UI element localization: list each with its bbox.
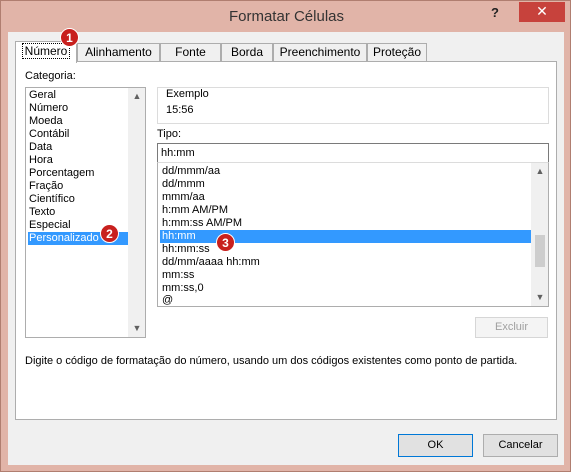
list-item[interactable]: dd/mm/aaaa hh:mm bbox=[160, 256, 531, 269]
list-item[interactable]: h:mm:ss AM/PM bbox=[160, 217, 531, 230]
description-text: Digite o código de formatação do número,… bbox=[25, 355, 518, 367]
list-item[interactable]: @ bbox=[160, 294, 531, 307]
scroll-up-icon[interactable]: ▲ bbox=[129, 88, 145, 105]
scroll-down-icon[interactable]: ▼ bbox=[532, 289, 548, 306]
type-input[interactable] bbox=[157, 143, 549, 163]
dialog-body: Número Alinhamento Fonte Borda Preenchim… bbox=[8, 32, 564, 465]
list-item[interactable]: mm:ss bbox=[160, 269, 531, 282]
help-button[interactable]: ? bbox=[481, 3, 509, 23]
list-item[interactable]: Porcentagem bbox=[28, 167, 128, 180]
list-item[interactable]: Geral bbox=[28, 89, 128, 102]
callout-badge: 2 bbox=[100, 224, 119, 243]
tab-preenchimento[interactable]: Preenchimento bbox=[273, 43, 367, 62]
example-group: 15:56 bbox=[157, 87, 549, 124]
list-item[interactable]: dd/mmm bbox=[160, 178, 531, 191]
tab-protecao[interactable]: Proteção bbox=[367, 43, 427, 62]
format-scrollbar[interactable]: ▲ ▼ bbox=[531, 163, 548, 306]
example-label: Exemplo bbox=[162, 88, 213, 100]
close-button[interactable]: ✕ bbox=[519, 2, 565, 22]
list-item[interactable]: Hora bbox=[28, 154, 128, 167]
list-item[interactable]: Científico bbox=[28, 193, 128, 206]
list-item[interactable]: Número bbox=[28, 102, 128, 115]
format-cells-dialog: Formatar Células ? ✕ Número Alinhamento … bbox=[0, 0, 571, 472]
category-list[interactable]: Geral Número Moeda Contábil Data Hora Po… bbox=[25, 87, 146, 338]
callout-badge: 1 bbox=[60, 28, 79, 47]
scroll-thumb[interactable] bbox=[535, 235, 545, 267]
tab-label: Número bbox=[21, 43, 71, 59]
list-item[interactable]: Texto bbox=[28, 206, 128, 219]
type-label: Tipo: bbox=[157, 128, 182, 140]
list-item[interactable]: Data bbox=[28, 141, 128, 154]
tab-fonte[interactable]: Fonte bbox=[160, 43, 221, 62]
delete-button[interactable]: Excluir bbox=[475, 317, 548, 338]
list-item[interactable]: Contábil bbox=[28, 128, 128, 141]
list-item[interactable]: mmm/aa bbox=[160, 191, 531, 204]
scroll-up-icon[interactable]: ▲ bbox=[532, 163, 548, 180]
list-item[interactable]: h:mm AM/PM bbox=[160, 204, 531, 217]
tab-alinhamento[interactable]: Alinhamento bbox=[77, 43, 160, 62]
tab-panel-numero: Categoria: Geral Número Moeda Contábil D… bbox=[15, 61, 557, 420]
tab-borda[interactable]: Borda bbox=[221, 43, 273, 62]
scroll-down-icon[interactable]: ▼ bbox=[129, 320, 145, 337]
category-label: Categoria: bbox=[25, 70, 76, 82]
cancel-button[interactable]: Cancelar bbox=[483, 434, 558, 457]
list-item[interactable]: Moeda bbox=[28, 115, 128, 128]
title-bar[interactable]: Formatar Células ? ✕ bbox=[1, 1, 571, 32]
list-item[interactable]: Fração bbox=[28, 180, 128, 193]
example-value: 15:56 bbox=[166, 104, 194, 116]
callout-badge: 3 bbox=[216, 233, 235, 252]
list-item[interactable]: dd/mmm/aa bbox=[160, 165, 531, 178]
ok-button[interactable]: OK bbox=[398, 434, 473, 457]
category-scrollbar[interactable]: ▲ ▼ bbox=[128, 88, 145, 337]
format-list[interactable]: dd/mmm/aa dd/mmm mmm/aa h:mm AM/PM h:mm:… bbox=[157, 162, 549, 307]
